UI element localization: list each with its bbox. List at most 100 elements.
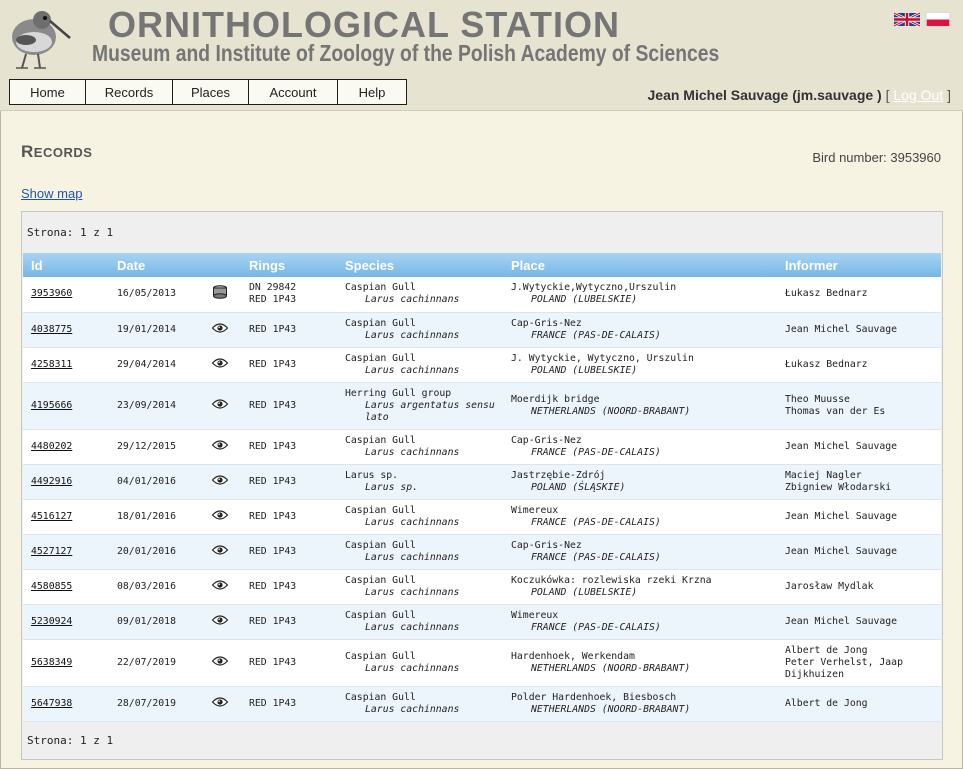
informer-name: Dijkhuizen <box>785 668 844 680</box>
eye-icon[interactable] <box>211 398 229 412</box>
table-row[interactable]: 5230924 09/01/2018 RED 1P43 Caspian Gull Lar… <box>23 604 941 640</box>
species-name: Larus sp. <box>345 469 399 481</box>
pager-bottom: Strona: 1 z 1 <box>27 734 114 747</box>
record-species: Caspian Gull Larus cachinnans <box>337 534 503 570</box>
record-species: Caspian Gull Larus cachinnans <box>337 686 503 722</box>
ring-code: RED 1P43 <box>249 656 297 668</box>
place-name: Cap-Gris-Nez <box>511 434 582 446</box>
record-id-link[interactable]: 5638349 <box>31 657 72 668</box>
eye-icon[interactable] <box>211 544 229 558</box>
record-species: Caspian Gull Larus cachinnans <box>337 604 503 640</box>
bracket-open: [ <box>885 87 890 103</box>
record-informer: Łukasz Bednarz <box>777 277 941 313</box>
record-informer: Jean Michel Sauvage <box>777 429 941 465</box>
informer-name: Albert de Jong <box>785 697 868 709</box>
place-country: FRANCE (PAS-DE-CALAIS) <box>531 516 661 528</box>
eye-icon[interactable] <box>211 509 229 523</box>
place-country: NETHERLANDS (NOORD-BRABANT) <box>531 662 691 674</box>
table-row[interactable]: 4480202 29/12/2015 RED 1P43 Caspian Gull Lar… <box>23 429 941 465</box>
ring-code: RED 1P43 <box>249 399 297 411</box>
nav-help[interactable]: Help <box>337 79 407 105</box>
record-species: Caspian Gull Larus cachinnans <box>337 499 503 535</box>
record-id-link[interactable]: 4527127 <box>31 546 72 557</box>
table-row[interactable]: 4580855 08/03/2016 RED 1P43 Caspian Gull Lar… <box>23 569 941 605</box>
record-id-link[interactable]: 5230924 <box>31 616 72 627</box>
record-id-link[interactable]: 4516127 <box>31 511 72 522</box>
table-row[interactable]: 4038775 19/01/2014 RED 1P43 Caspian Gull Lar… <box>23 312 941 348</box>
record-date: 09/01/2018 <box>109 604 199 640</box>
record-informer: Jean Michel Sauvage <box>777 499 941 535</box>
ring-code: RED 1P43 <box>249 323 297 335</box>
record-id-link[interactable]: 4038775 <box>31 324 72 335</box>
record-informer: Jean Michel Sauvage <box>777 312 941 348</box>
record-id-link[interactable]: 4480202 <box>31 441 72 452</box>
eye-icon[interactable] <box>211 439 229 453</box>
record-id-link[interactable]: 4580855 <box>31 581 72 592</box>
ring-code: RED 1P43 <box>249 615 297 627</box>
ring-code: RED 1P43 <box>249 510 297 522</box>
col-place[interactable]: Place <box>503 253 777 277</box>
table-row[interactable]: 4195666 23/09/2014 RED 1P43 Herring Gull gr… <box>23 382 941 430</box>
eye-icon[interactable] <box>211 614 229 628</box>
record-rings: RED 1P43 <box>241 347 337 383</box>
col-informer[interactable]: Informer <box>777 253 941 277</box>
col-date[interactable]: Date <box>109 253 199 277</box>
col-species[interactable]: Species <box>337 253 503 277</box>
eye-icon[interactable] <box>211 357 229 371</box>
informer-name: Thomas van der Es <box>785 405 886 417</box>
table-row[interactable]: 4516127 18/01/2016 RED 1P43 Caspian Gull Lar… <box>23 499 941 535</box>
nav-account[interactable]: Account <box>248 79 338 105</box>
eye-icon[interactable] <box>211 696 229 710</box>
ring-icon[interactable] <box>212 285 228 302</box>
species-name: Caspian Gull <box>345 539 416 551</box>
record-rings: RED 1P43 <box>241 429 337 465</box>
species-latin: Larus cachinnans <box>365 329 460 341</box>
record-id-link[interactable]: 4492916 <box>31 476 72 487</box>
eye-icon[interactable] <box>211 579 229 593</box>
table-row[interactable]: 4258311 29/04/2014 RED 1P43 Caspian Gull Lar… <box>23 347 941 383</box>
table-row[interactable]: 5647938 28/07/2019 RED 1P43 Caspian Gull Lar… <box>23 686 941 722</box>
pl-flag-icon[interactable] <box>925 12 951 27</box>
species-latin: Larus cachinnans <box>365 662 460 674</box>
record-informer: Theo Muusse Thomas van der Es <box>777 382 941 430</box>
place-name: Cap-Gris-Nez <box>511 317 582 329</box>
record-rings: DN 29842 RED 1P43 <box>241 277 337 313</box>
place-name: Koczukówka: rozlewiska rzeki Krzna <box>511 574 712 586</box>
record-place: J.Wytyckie,Wytyczno,Urszulin POLAND (LUBE… <box>503 277 777 313</box>
table-row[interactable]: 5638349 22/07/2019 RED 1P43 Caspian Gull Lar… <box>23 639 941 687</box>
record-date: 20/01/2016 <box>109 534 199 570</box>
col-rings[interactable]: Rings <box>241 253 337 277</box>
species-name: Caspian Gull <box>345 352 416 364</box>
eye-icon[interactable] <box>211 474 229 488</box>
record-id-link[interactable]: 4195666 <box>31 400 72 411</box>
species-name: Caspian Gull <box>345 282 416 294</box>
table-row[interactable]: 4492916 04/01/2016 RED 1P43 Larus sp. Larus … <box>23 464 941 500</box>
informer-name: Theo Muusse <box>785 393 850 405</box>
show-map-link[interactable]: Show map <box>21 186 82 201</box>
record-place: J. Wytyckie, Wytyczno, Urszulin POLAND (L… <box>503 347 777 383</box>
table-row[interactable]: 3953960 16/05/2013 DN 29842 RED 1P43 Caspian… <box>23 277 941 313</box>
record-informer: Jean Michel Sauvage <box>777 604 941 640</box>
record-rings: RED 1P43 <box>241 312 337 348</box>
nav-records[interactable]: Records <box>85 79 173 105</box>
record-id-link[interactable]: 4258311 <box>31 359 72 370</box>
logout-link[interactable]: Log Out <box>893 87 943 103</box>
eye-icon[interactable] <box>211 322 229 336</box>
nav-home[interactable]: Home <box>9 79 86 105</box>
records-table: Id Date Rings Species Place Informer 395… <box>23 253 941 722</box>
bracket-close: ] <box>947 87 951 103</box>
col-id[interactable]: Id <box>23 253 109 277</box>
species-latin: Larus cachinnans <box>365 551 460 563</box>
table-row[interactable]: 4527127 20/01/2016 RED 1P43 Caspian Gull Lar… <box>23 534 941 570</box>
record-date: 04/01/2016 <box>109 464 199 500</box>
eye-icon[interactable] <box>211 655 229 669</box>
record-id-link[interactable]: 3953960 <box>31 288 72 299</box>
bird-number: Bird number: 3953960 <box>812 150 941 165</box>
record-informer: Albert de Jong Peter Verhelst, Jaap Dijkhu… <box>777 639 941 687</box>
informer-name: Zbigniew Włodarski <box>785 481 892 493</box>
record-informer: Jarosław Mydlak <box>777 569 941 605</box>
uk-flag-icon[interactable] <box>894 12 920 27</box>
record-id-link[interactable]: 5647938 <box>31 698 72 709</box>
nav-places[interactable]: Places <box>172 79 249 105</box>
record-rings: RED 1P43 <box>241 382 337 430</box>
